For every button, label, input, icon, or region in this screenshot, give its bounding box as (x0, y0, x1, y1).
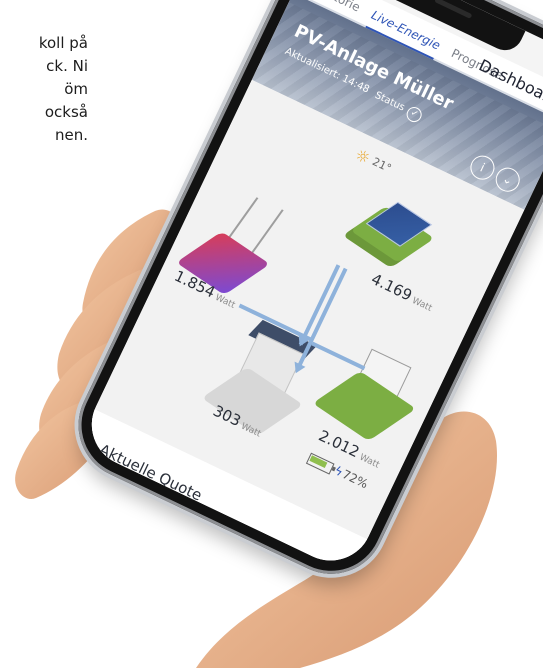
flow-arrow-battery (311, 341, 366, 371)
flow-arrow-solar-grid (298, 264, 341, 346)
battery-unit: Watt (357, 452, 381, 471)
status-label: Status (372, 89, 407, 114)
info-button[interactable]: i (466, 151, 499, 184)
expand-button[interactable]: ⌄ (491, 163, 524, 196)
check-icon: ✓ (404, 104, 425, 125)
solar-unit: Watt (410, 295, 434, 314)
solar-power: 4.169Watt (368, 270, 436, 315)
battery-icon (306, 452, 335, 475)
solar-value: 4.169 (368, 269, 415, 305)
chevron-down-icon: ⌄ (500, 171, 516, 189)
grid-unit: Watt (213, 292, 237, 311)
temperature: 21° (370, 155, 394, 176)
speaker-icon (434, 0, 473, 19)
battery-charge-value: 72% (340, 467, 371, 492)
weather: ☼21° (352, 145, 394, 178)
info-icon: i (477, 160, 487, 175)
home-unit: Watt (239, 421, 263, 440)
